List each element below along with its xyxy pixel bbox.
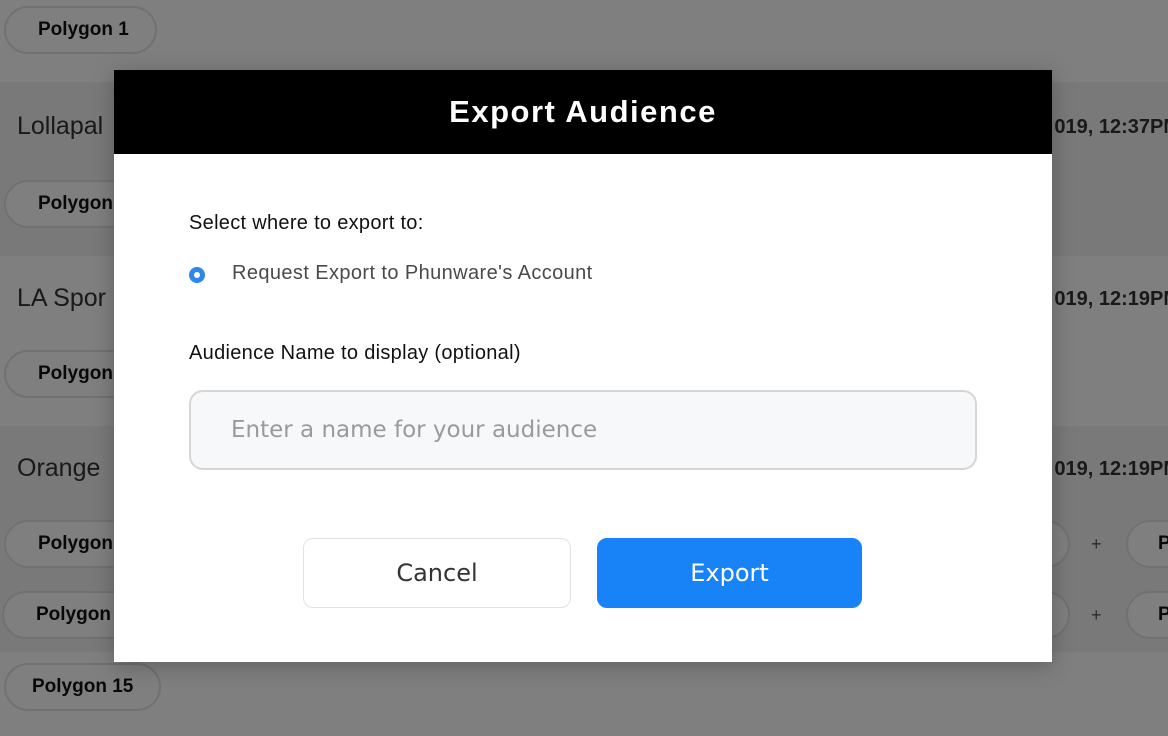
cancel-button[interactable]: Cancel: [303, 538, 571, 608]
export-destination-label: Select where to export to:: [189, 212, 424, 234]
audience-name-label: Audience Name to display (optional): [189, 342, 521, 364]
dialog-title: Export Audience: [114, 70, 1052, 154]
export-destination-radio[interactable]: [189, 267, 205, 283]
radio-selected-dot: [194, 272, 200, 278]
export-button[interactable]: Export: [597, 538, 862, 608]
export-audience-dialog: Export Audience Select where to export t…: [114, 70, 1052, 662]
audience-name-input[interactable]: [189, 390, 977, 470]
export-destination-option-label[interactable]: Request Export to Phunware's Account: [232, 262, 593, 285]
